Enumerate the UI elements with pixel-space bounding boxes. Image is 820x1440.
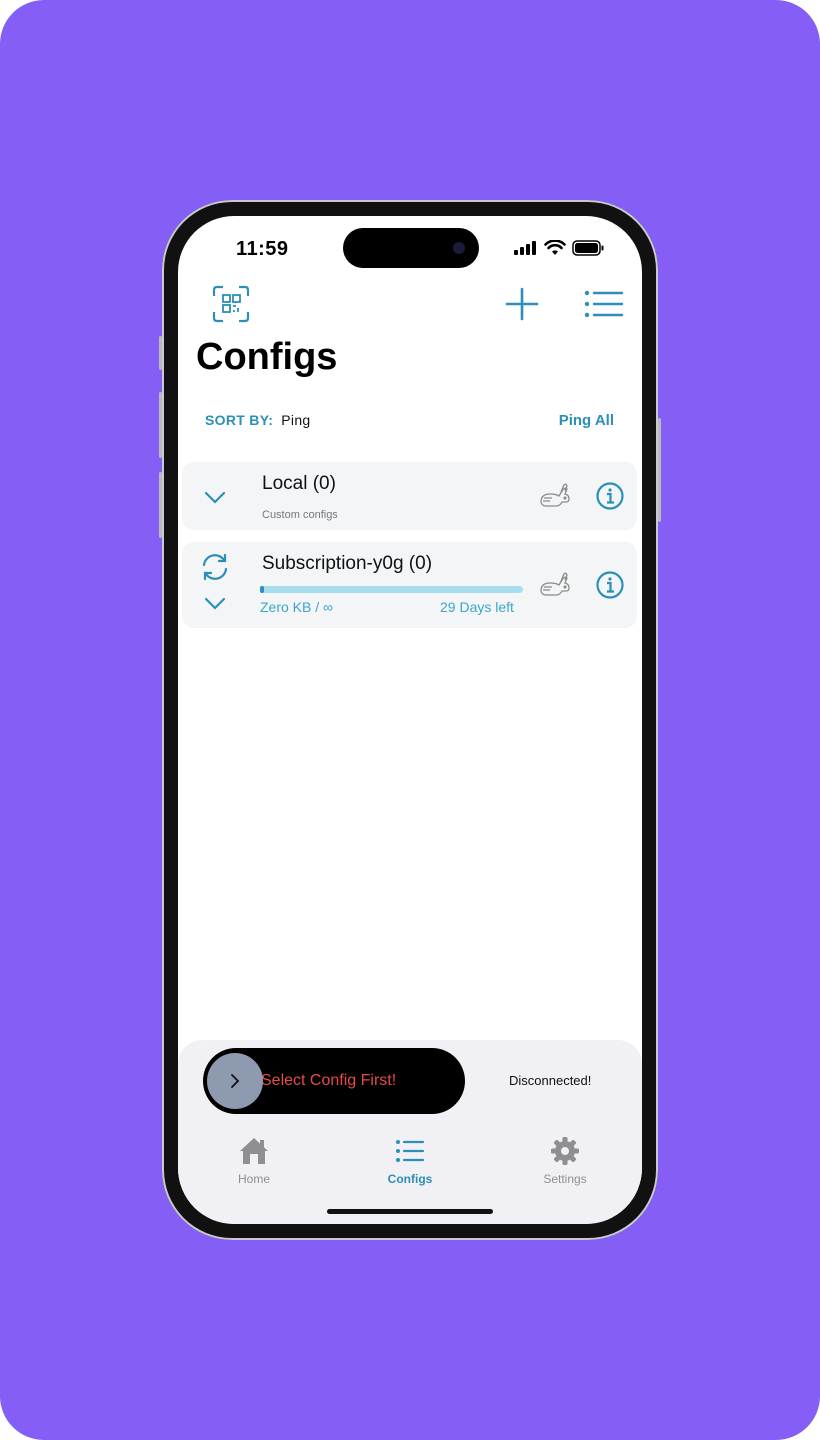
- tab-label: Settings: [543, 1172, 587, 1186]
- dynamic-island: [343, 228, 479, 268]
- battery-icon: [572, 240, 604, 256]
- qr-scan-button[interactable]: [212, 285, 250, 328]
- sort-control[interactable]: SORT BY: Ping: [205, 412, 311, 428]
- wifi-icon: [544, 240, 566, 255]
- config-group-subscription[interactable]: Subscription-y0g (0) Zero KB / ∞ 29 Days…: [182, 542, 637, 628]
- home-icon: [240, 1138, 268, 1164]
- list-menu-icon: [584, 290, 624, 318]
- config-group-local[interactable]: Local (0) Custom configs: [182, 462, 637, 530]
- tab-label: Home: [237, 1172, 270, 1186]
- bottom-panel: Select Config First! Disconnected! Home: [178, 1040, 642, 1224]
- refresh-icon[interactable]: [200, 553, 230, 581]
- chevron-down-icon[interactable]: [204, 597, 226, 611]
- add-config-button[interactable]: [505, 287, 539, 326]
- app-screen: 11:59 Configs SORT BY: Ping Ping All Loc…: [178, 216, 642, 1224]
- tab-configs[interactable]: Configs: [350, 1136, 470, 1186]
- list-icon: [396, 1140, 425, 1162]
- phone-button: [159, 472, 162, 538]
- rabbit-icon[interactable]: [538, 483, 572, 509]
- rabbit-icon[interactable]: [538, 572, 572, 598]
- chevron-right-icon: [231, 1074, 240, 1088]
- chevron-down-icon[interactable]: [204, 491, 226, 505]
- tab-settings[interactable]: Settings: [505, 1136, 625, 1186]
- phone-button: [159, 392, 162, 458]
- tab-home[interactable]: Home: [194, 1136, 314, 1186]
- status-time: 11:59: [236, 238, 289, 260]
- qr-scan-icon: [212, 285, 250, 323]
- gear-icon: [551, 1137, 579, 1165]
- slider-knob[interactable]: [207, 1053, 263, 1109]
- ping-all-button[interactable]: Ping All: [559, 412, 614, 429]
- usage-progress-fill: [260, 586, 264, 593]
- signal-icon: [514, 241, 536, 255]
- menu-button[interactable]: [584, 289, 624, 324]
- phone-button: [658, 418, 661, 522]
- sort-label: SORT BY:: [205, 412, 274, 428]
- usage-progress-bar: [260, 586, 523, 593]
- info-icon[interactable]: [595, 481, 625, 511]
- page-title: Configs: [196, 336, 338, 378]
- usage-text: Zero KB / ∞: [260, 599, 334, 615]
- info-icon[interactable]: [595, 570, 625, 600]
- slider-label: Select Config First!: [261, 1072, 397, 1089]
- background: 11:59 Configs SORT BY: Ping Ping All Loc…: [0, 0, 820, 1440]
- days-left-text: 29 Days left: [440, 599, 514, 615]
- connection-status: Disconnected!: [509, 1073, 592, 1088]
- plus-icon: [505, 287, 539, 321]
- sort-value: Ping: [281, 412, 311, 428]
- phone-button: [159, 336, 162, 370]
- connect-slider[interactable]: Select Config First!: [203, 1048, 465, 1114]
- tab-label: Configs: [387, 1172, 433, 1186]
- group-name: Subscription-y0g (0): [262, 553, 433, 574]
- group-subtitle: Custom configs: [262, 509, 338, 521]
- status-icons: [514, 240, 604, 256]
- home-indicator[interactable]: [327, 1209, 493, 1214]
- group-name: Local (0): [262, 473, 336, 494]
